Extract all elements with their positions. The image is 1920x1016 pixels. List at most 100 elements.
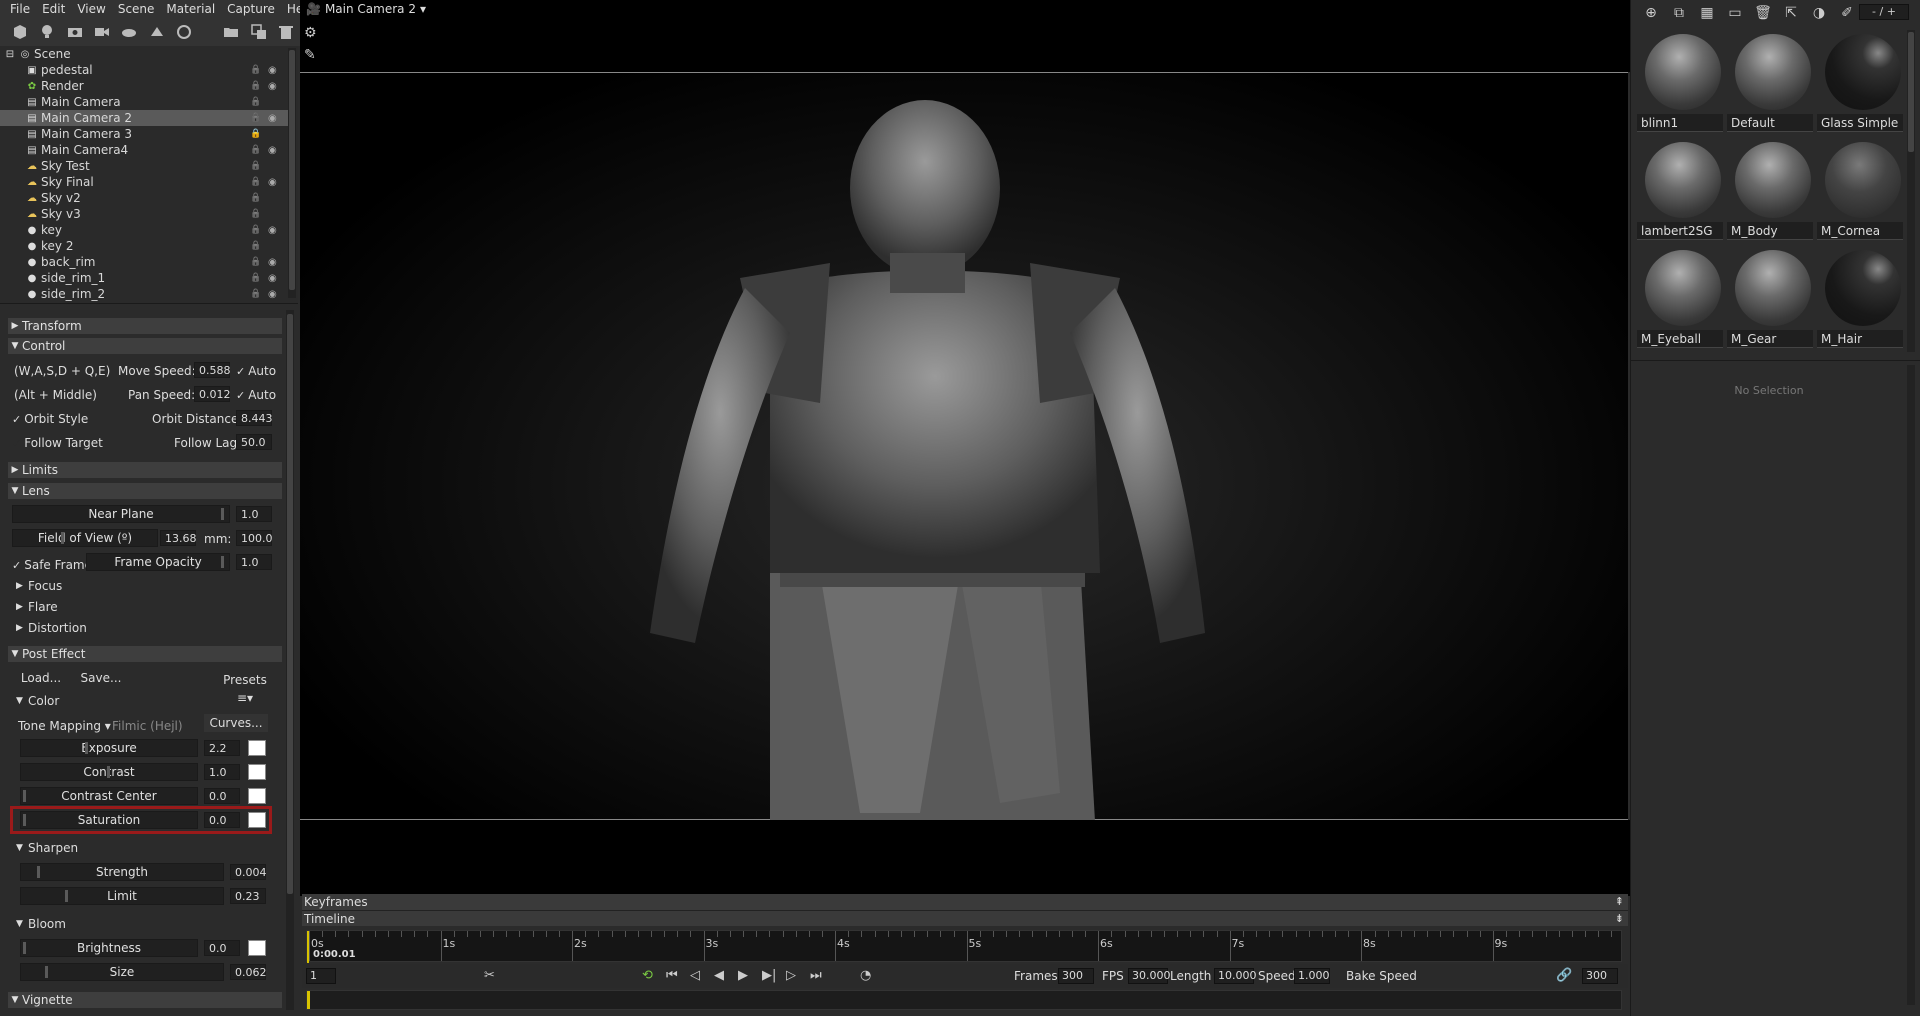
lock-icon[interactable]: 🔒: [250, 65, 261, 75]
section-control[interactable]: ▼ Control: [8, 338, 282, 354]
viewport[interactable]: [300, 72, 1628, 820]
material-tile[interactable]: M_Cornea: [1817, 138, 1903, 244]
section-transform[interactable]: ▶ Transform: [8, 318, 282, 334]
section-limits[interactable]: ▶ Limits: [8, 462, 282, 478]
timeline-ruler[interactable]: 0:00.01 0s 1s 2s 3s 4s 5s 6s 7s 8s 9s: [306, 930, 1622, 963]
menu-material[interactable]: Material: [160, 0, 221, 18]
speed-dial-icon[interactable]: ◔: [860, 967, 871, 985]
timeline-header[interactable]: Timeline ⇟: [302, 910, 1628, 926]
menu-file[interactable]: File: [4, 0, 36, 18]
contrast-field[interactable]: 1.0: [204, 764, 240, 780]
lock-icon[interactable]: 🔒: [250, 97, 261, 107]
duplicate-icon[interactable]: [245, 20, 272, 44]
eye-icon[interactable]: ◉: [268, 257, 280, 268]
tree-item[interactable]: ▤ Main Camera 🔒: [0, 94, 288, 110]
timeline-scrubbar[interactable]: [306, 990, 1622, 1010]
contrast-center-color-swatch[interactable]: [248, 788, 266, 804]
speed-field[interactable]: 1.000: [1294, 968, 1330, 984]
strength-slider[interactable]: Strength: [20, 863, 224, 881]
limit-slider[interactable]: Limit: [20, 887, 224, 905]
section-distortion[interactable]: ▶ Distortion: [16, 620, 87, 636]
save-button[interactable]: Save...: [76, 669, 126, 687]
brightness-field[interactable]: 0.0: [204, 940, 240, 956]
tree-item[interactable]: ▤ Main Camera4 🔒 ◉: [0, 142, 288, 158]
select-mesh-icon[interactable]: ⇱: [1777, 1, 1805, 25]
material-tile[interactable]: M_Eyeball: [1637, 246, 1723, 352]
step-forward-icon[interactable]: ▶|: [762, 967, 776, 985]
skip-start-icon[interactable]: ⏮: [666, 967, 678, 985]
assign-icon[interactable]: ◑: [1805, 1, 1833, 25]
gear-icon[interactable]: ⚙: [304, 22, 317, 44]
tree-scrollbar[interactable]: [288, 48, 296, 298]
eye-icon[interactable]: ◉: [268, 145, 280, 156]
section-color[interactable]: ▼ Color: [16, 693, 59, 709]
eye-icon[interactable]: ◉: [268, 289, 280, 300]
length-field[interactable]: 10.000: [1214, 968, 1257, 984]
brush-icon[interactable]: ✎: [304, 44, 317, 66]
add-sky-icon[interactable]: [116, 20, 143, 44]
tree-item[interactable]: ● key 🔒 ◉: [0, 222, 288, 238]
picker-icon[interactable]: ✐: [1833, 1, 1861, 25]
eye-icon[interactable]: ◉: [268, 113, 280, 124]
lock-icon[interactable]: 🔒: [250, 273, 261, 283]
fps-field[interactable]: 30.000: [1128, 968, 1171, 984]
section-sharpen[interactable]: ▼ Sharpen: [16, 840, 78, 856]
lock-icon[interactable]: 🔒: [250, 177, 261, 187]
menu-scene[interactable]: Scene: [112, 0, 161, 18]
safe-frame-checkbox[interactable]: ✓ Safe Frame: [12, 557, 92, 574]
material-properties-scrollbar[interactable]: [1907, 365, 1915, 1005]
eye-icon[interactable]: ◉: [268, 225, 280, 236]
add-video-icon[interactable]: [88, 20, 115, 44]
bake-speed-button[interactable]: Bake Speed: [1346, 968, 1417, 984]
folder-icon[interactable]: ▭: [1721, 1, 1749, 25]
frame-opacity-field[interactable]: 1.0: [236, 554, 272, 570]
add-mesh-icon[interactable]: [6, 20, 33, 44]
exposure-slider[interactable]: Exposure: [20, 739, 198, 757]
follow-target-checkbox[interactable]: ✓ Follow Target: [12, 435, 103, 452]
add-audio-icon[interactable]: [171, 20, 198, 44]
tree-item[interactable]: ☁ Sky v2 🔒: [0, 190, 288, 206]
tree-item[interactable]: ▤ Main Camera 2 🔒 ◉: [0, 110, 288, 126]
play-icon[interactable]: ▶: [738, 967, 748, 985]
tree-root-scene[interactable]: ⊟ ◎ Scene: [4, 46, 292, 62]
copy-material-icon[interactable]: ⧉: [1665, 1, 1693, 25]
lock-icon[interactable]: 🔒: [250, 209, 261, 219]
eye-icon[interactable]: ◉: [268, 65, 280, 76]
camera-selector[interactable]: 🎥 Main Camera 2 ▾: [306, 2, 426, 16]
tone-mapping-dropdown[interactable]: Tone Mapping ▾: [18, 718, 111, 734]
brightness-slider[interactable]: Brightness: [20, 939, 198, 957]
tree-item[interactable]: ☁ Sky Final 🔒 ◉: [0, 174, 288, 190]
lock-icon[interactable]: 🔒: [250, 161, 261, 171]
menu-capture[interactable]: Capture: [221, 0, 281, 18]
fov-slider[interactable]: Field of View (º): [12, 529, 158, 547]
material-tile[interactable]: Default: [1727, 30, 1813, 136]
limit-field[interactable]: 0.23: [230, 888, 266, 904]
size-slider[interactable]: Size: [20, 963, 224, 981]
tree-item[interactable]: ▤ Main Camera 3 🔒: [0, 126, 288, 142]
orbit-distance-field[interactable]: 8.443: [236, 410, 273, 426]
material-tile[interactable]: M_Gear: [1727, 246, 1813, 352]
lock-icon[interactable]: 🔒: [250, 129, 261, 139]
lock-icon[interactable]: 🔒: [250, 225, 261, 235]
brightness-color-swatch[interactable]: [248, 940, 266, 956]
keyframes-header[interactable]: Keyframes ⇞: [302, 894, 1628, 910]
frames-field[interactable]: 300: [1058, 968, 1094, 984]
section-focus[interactable]: ▶ Focus: [16, 578, 62, 594]
collapse-icon[interactable]: ⊟: [4, 48, 16, 60]
contrast-color-swatch[interactable]: [248, 764, 266, 780]
tree-item[interactable]: ▣ pedestal 🔒 ◉: [0, 62, 288, 78]
trash-icon[interactable]: 🗑: [1749, 1, 1777, 25]
add-light-icon[interactable]: [33, 20, 60, 44]
add-fog-icon[interactable]: [143, 20, 170, 44]
add-camera-icon[interactable]: [61, 20, 88, 44]
presets-button[interactable]: Presets ≡▾: [214, 671, 276, 705]
exposure-color-swatch[interactable]: [248, 740, 266, 756]
orbit-style-checkbox[interactable]: ✓ Orbit Style: [12, 411, 88, 428]
page-indicator[interactable]: - / +: [1859, 4, 1909, 20]
section-vignette[interactable]: ▼ Vignette: [8, 992, 282, 1008]
material-tile[interactable]: M_Hair: [1817, 246, 1903, 352]
menu-view[interactable]: View: [71, 0, 111, 18]
size-field[interactable]: 0.062: [230, 964, 267, 980]
tree-item[interactable]: ● back_rim 🔒 ◉: [0, 254, 288, 270]
end-frame-field[interactable]: 300: [1582, 968, 1618, 984]
